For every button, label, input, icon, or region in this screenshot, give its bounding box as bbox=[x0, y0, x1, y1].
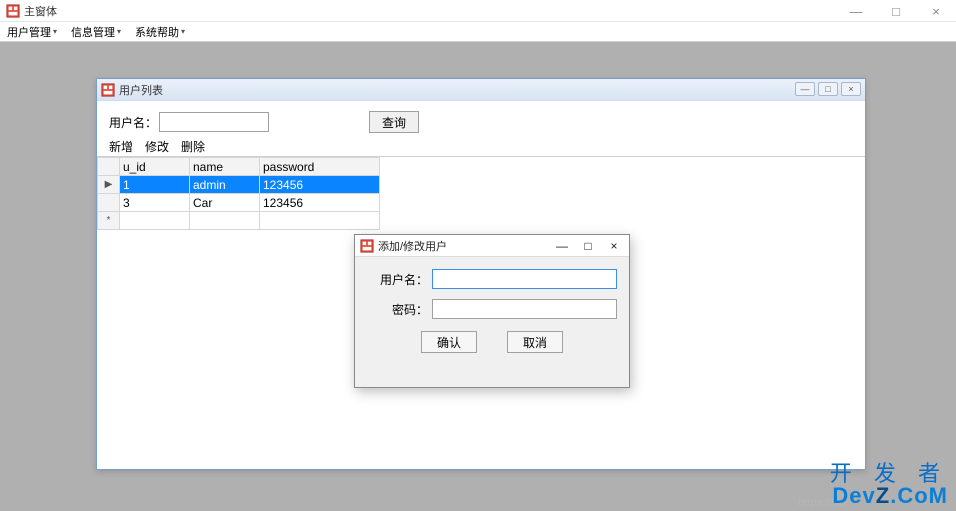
user-datagrid[interactable]: u_id name password ▶ 1 admin 123456 3 Ca… bbox=[97, 157, 380, 230]
watermark-url: https://blo bbox=[798, 497, 846, 509]
cell-password[interactable] bbox=[260, 212, 380, 230]
form-row-password: 密码： bbox=[367, 299, 617, 319]
child-window-controls: — □ × bbox=[795, 82, 861, 96]
user-list-title: 用户列表 bbox=[119, 82, 163, 98]
username-input[interactable] bbox=[432, 269, 617, 289]
query-button[interactable]: 查询 bbox=[369, 111, 419, 133]
app-icon bbox=[6, 4, 20, 18]
filter-username-input[interactable] bbox=[159, 112, 269, 132]
grid-rowheader-blank bbox=[98, 158, 120, 176]
menu-system-help[interactable]: 系统帮助 ▾ bbox=[131, 22, 189, 42]
dropdown-icon: ▾ bbox=[181, 27, 185, 36]
cell-name[interactable] bbox=[190, 212, 260, 230]
action-delete[interactable]: 删除 bbox=[175, 137, 211, 156]
filter-username-label: 用户名： bbox=[109, 114, 157, 131]
main-window-title: 主窗体 bbox=[24, 3, 57, 19]
cell-password[interactable]: 123456 bbox=[260, 194, 380, 212]
dropdown-icon: ▾ bbox=[53, 27, 57, 36]
minimize-button[interactable]: — bbox=[836, 0, 876, 22]
password-label: 密码： bbox=[367, 301, 432, 318]
child-minimize-button[interactable]: — bbox=[795, 82, 815, 96]
action-bar: 新增 修改 删除 bbox=[97, 137, 865, 157]
menu-user-mgmt[interactable]: 用户管理 ▾ bbox=[3, 22, 61, 42]
table-row[interactable]: ▶ 1 admin 123456 bbox=[98, 176, 380, 194]
maximize-button[interactable]: □ bbox=[876, 0, 916, 22]
menu-info-mgmt[interactable]: 信息管理 ▾ bbox=[67, 22, 125, 42]
cell-uid[interactable] bbox=[120, 212, 190, 230]
cancel-button[interactable]: 取消 bbox=[507, 331, 563, 353]
action-add[interactable]: 新增 bbox=[103, 137, 139, 156]
cell-name[interactable]: Car bbox=[190, 194, 260, 212]
filter-row: 用户名： 查询 bbox=[97, 107, 865, 137]
menu-label: 用户管理 bbox=[7, 24, 51, 40]
password-input[interactable] bbox=[432, 299, 617, 319]
dropdown-icon: ▾ bbox=[117, 27, 121, 36]
dialog-body: 用户名： 密码： 确认 取消 bbox=[355, 257, 629, 361]
row-indicator bbox=[98, 194, 120, 212]
action-edit[interactable]: 修改 bbox=[139, 137, 175, 156]
col-header-uid[interactable]: u_id bbox=[120, 158, 190, 176]
dialog-minimize-button[interactable]: — bbox=[549, 237, 575, 255]
close-button[interactable]: × bbox=[916, 0, 956, 22]
dialog-close-button[interactable]: × bbox=[601, 237, 627, 255]
main-window-controls: — □ × bbox=[836, 0, 956, 22]
cell-name[interactable]: admin bbox=[190, 176, 260, 194]
menu-label: 信息管理 bbox=[71, 24, 115, 40]
mdi-client-area: 用户列表 — □ × 用户名： 查询 新增 修改 删除 u_id name pa… bbox=[0, 42, 956, 511]
cell-password[interactable]: 123456 bbox=[260, 176, 380, 194]
main-titlebar: 主窗体 — □ × bbox=[0, 0, 956, 22]
username-label: 用户名： bbox=[367, 271, 432, 288]
add-edit-user-dialog: 添加/修改用户 — □ × 用户名： 密码： 确认 取消 bbox=[354, 234, 630, 388]
col-header-password[interactable]: password bbox=[260, 158, 380, 176]
form-icon bbox=[360, 239, 374, 253]
form-icon bbox=[101, 83, 115, 97]
dialog-title: 添加/修改用户 bbox=[378, 238, 447, 254]
table-row[interactable]: 3 Car 123456 bbox=[98, 194, 380, 212]
child-maximize-button[interactable]: □ bbox=[818, 82, 838, 96]
row-indicator-current: ▶ bbox=[98, 176, 120, 194]
col-header-name[interactable]: name bbox=[190, 158, 260, 176]
grid-header-row: u_id name password bbox=[98, 158, 380, 176]
menu-label: 系统帮助 bbox=[135, 24, 179, 40]
child-close-button[interactable]: × bbox=[841, 82, 861, 96]
cell-uid[interactable]: 1 bbox=[120, 176, 190, 194]
menubar: 用户管理 ▾ 信息管理 ▾ 系统帮助 ▾ bbox=[0, 22, 956, 42]
dialog-buttons: 确认 取消 bbox=[367, 331, 617, 353]
form-row-username: 用户名： bbox=[367, 269, 617, 289]
dialog-controls: — □ × bbox=[549, 237, 627, 255]
dialog-maximize-button[interactable]: □ bbox=[575, 237, 601, 255]
watermark-en: DevZ.CoM bbox=[830, 485, 948, 507]
cell-uid[interactable]: 3 bbox=[120, 194, 190, 212]
ok-button[interactable]: 确认 bbox=[421, 331, 477, 353]
table-row-new[interactable]: * bbox=[98, 212, 380, 230]
row-indicator-new: * bbox=[98, 212, 120, 230]
user-list-titlebar[interactable]: 用户列表 — □ × bbox=[97, 79, 865, 101]
dialog-titlebar[interactable]: 添加/修改用户 — □ × bbox=[355, 235, 629, 257]
